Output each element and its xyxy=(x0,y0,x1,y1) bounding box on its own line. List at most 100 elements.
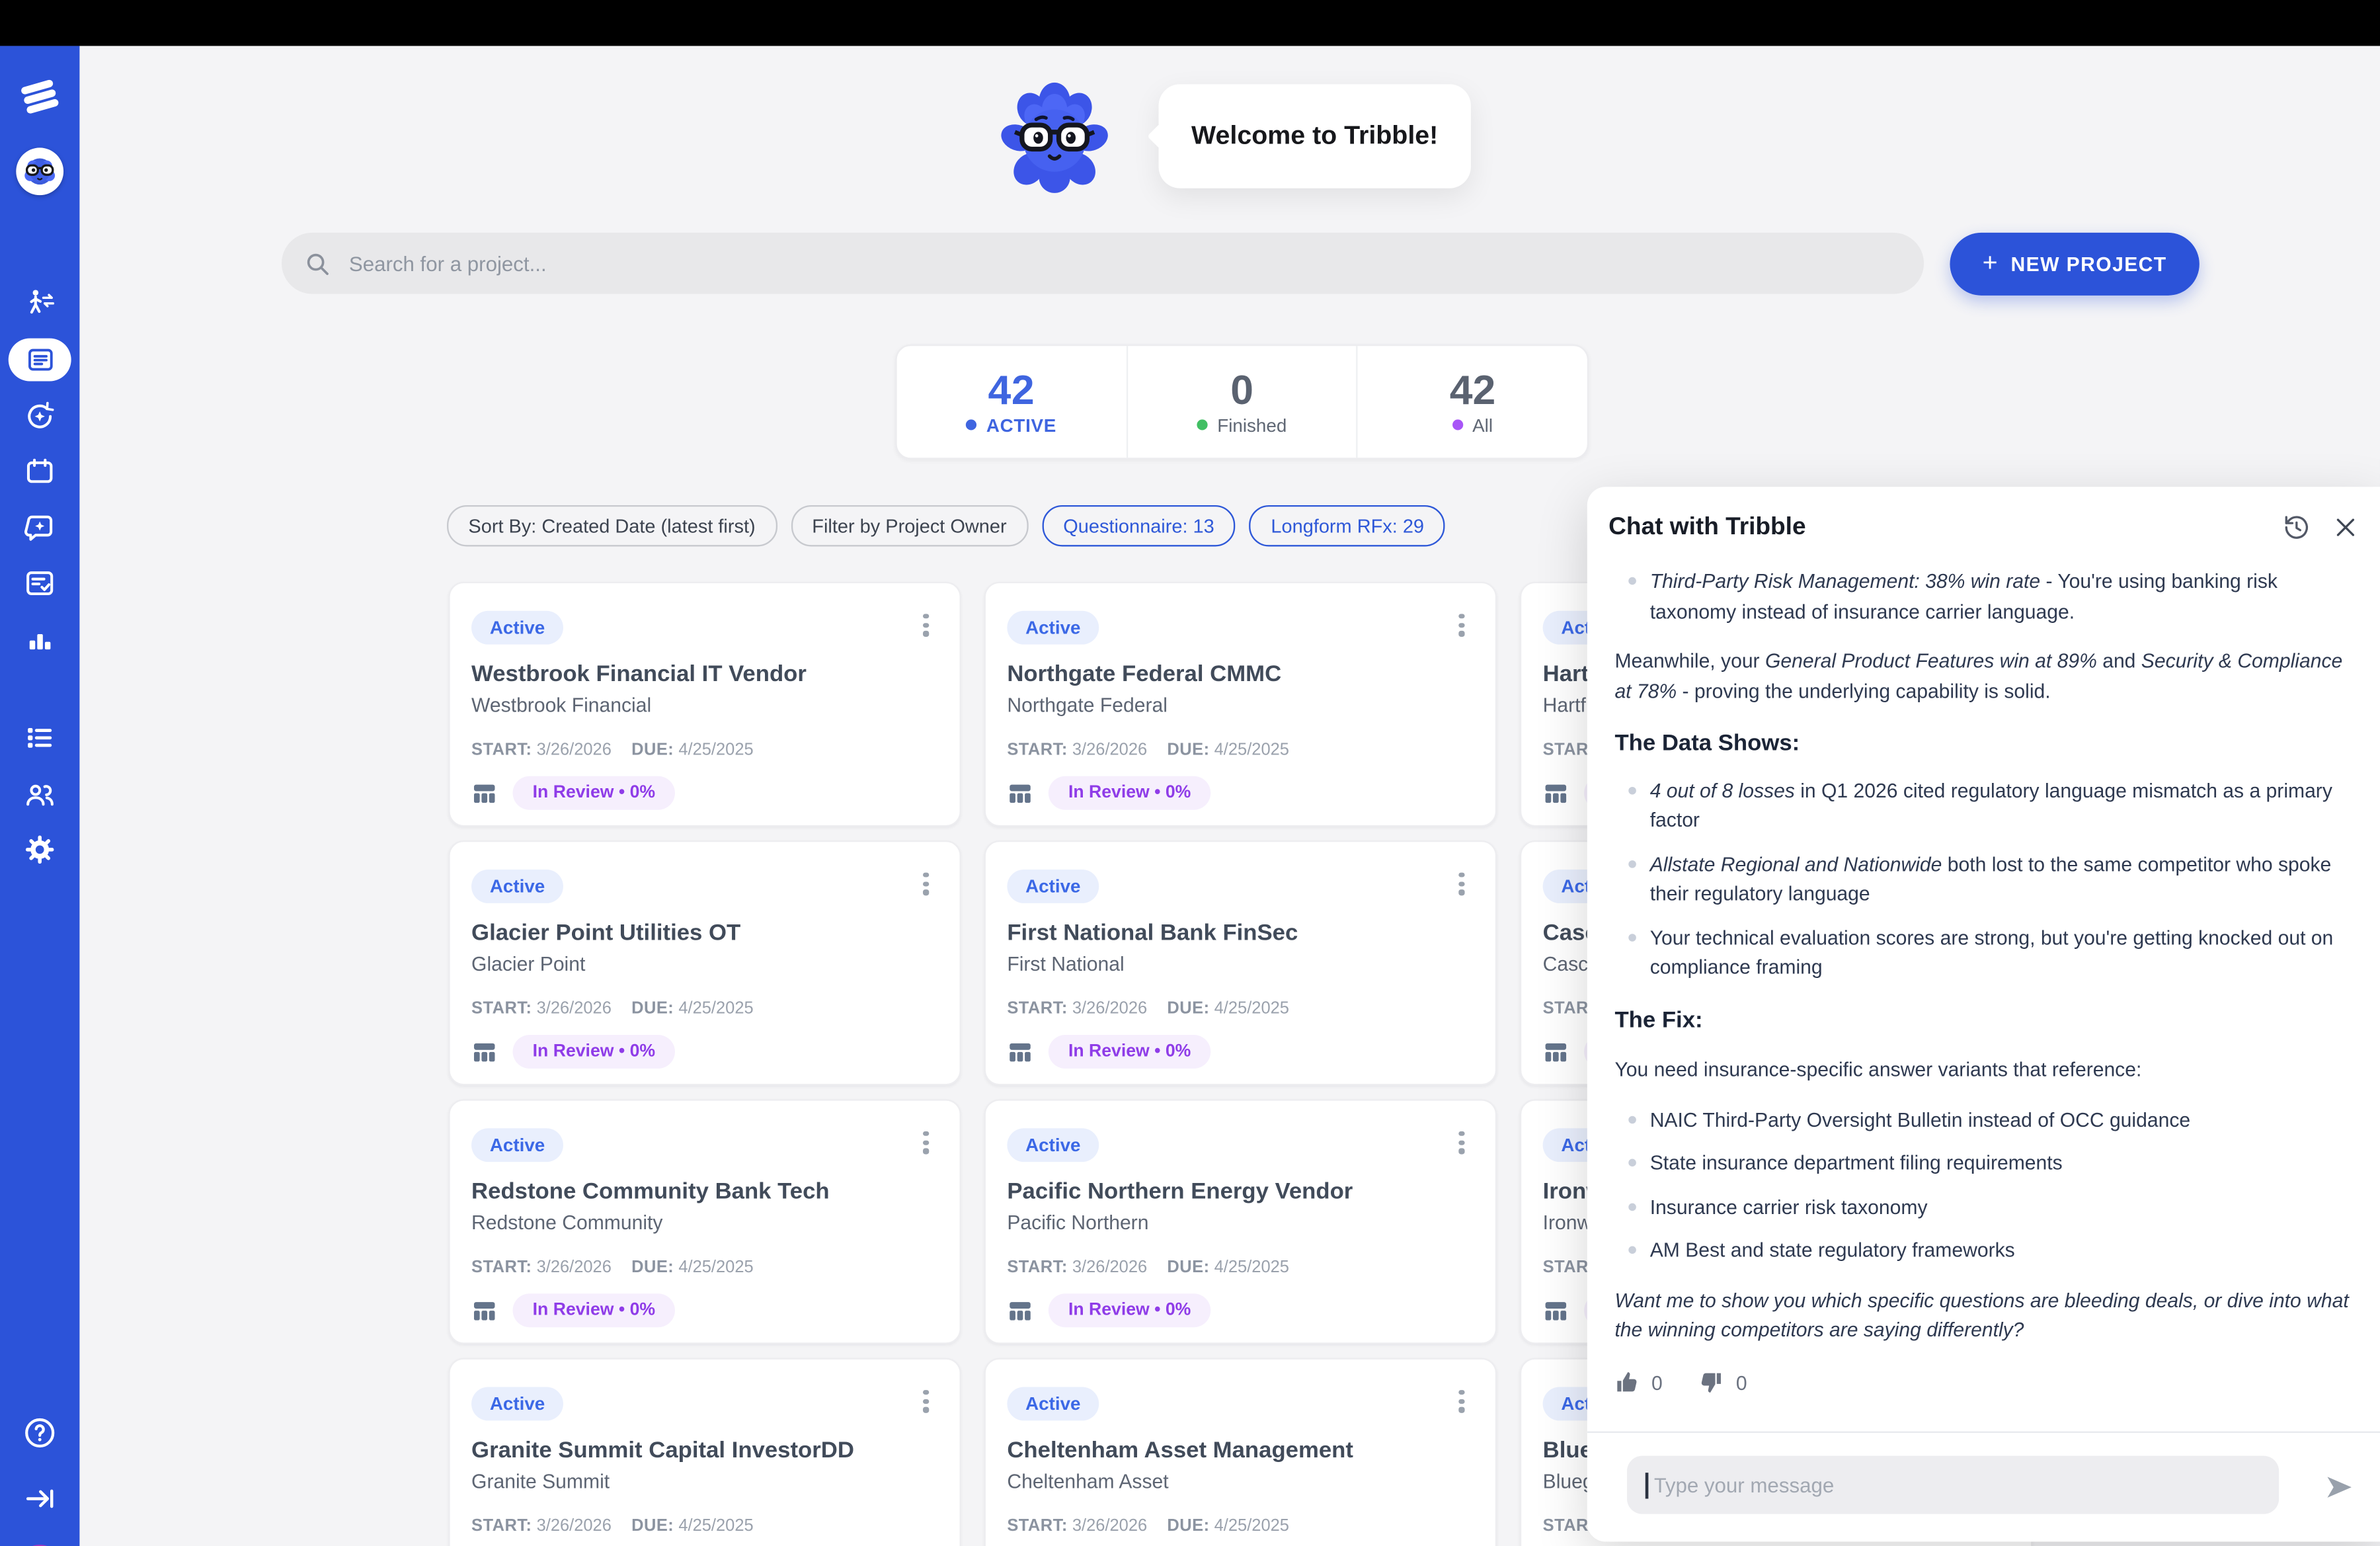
review-progress-badge: In Review • 0% xyxy=(513,1035,676,1069)
team-people-icon[interactable] xyxy=(23,778,57,811)
chat-text: AM Best and state regulatory frameworks xyxy=(1650,1239,2015,1262)
project-dates: START: 3/26/2026 DUE: 4/25/2025 xyxy=(1007,741,1474,760)
start-value: 3/26/2026 xyxy=(1072,1258,1147,1277)
card-menu-button[interactable] xyxy=(914,1128,938,1159)
welcome-bubble: Welcome to Tribble! xyxy=(1159,84,1471,188)
table-icon xyxy=(471,1039,497,1065)
chat-text: Allstate Regional and Nationwide xyxy=(1650,852,1942,875)
sort-by-chip[interactable]: Sort By: Created Date (latest first) xyxy=(447,505,777,547)
assistant-avatar[interactable] xyxy=(16,147,63,195)
logout-icon[interactable] xyxy=(23,1482,57,1516)
chat-bullet: Your technical evaluation scores are str… xyxy=(1614,922,2349,982)
card-menu-button[interactable] xyxy=(914,611,938,641)
screen: TK xyxy=(0,0,2380,1546)
help-icon[interactable] xyxy=(22,1415,58,1450)
project-title: Pacific Northern Energy Vendor xyxy=(1007,1179,1474,1205)
stat-finished-label: Finished xyxy=(1217,414,1287,435)
project-card[interactable]: Active Pacific Northern Energy Vendor Pa… xyxy=(984,1099,1497,1344)
project-card[interactable]: Active Westbrook Financial IT Vendor Wes… xyxy=(448,582,961,827)
project-card[interactable]: Active Cheltenham Asset Management Chelt… xyxy=(984,1358,1497,1546)
bullet-dot xyxy=(1628,1116,1636,1123)
queue-list-icon[interactable] xyxy=(23,721,57,754)
project-card[interactable]: Active Redstone Community Bank Tech Reds… xyxy=(448,1099,961,1344)
start-label: START: xyxy=(471,741,532,760)
project-org: Northgate Federal xyxy=(1007,694,1474,717)
active-dot xyxy=(967,419,977,430)
candidates-icon[interactable] xyxy=(23,286,57,320)
status-badge: Active xyxy=(471,611,563,645)
due-label: DUE: xyxy=(1167,1517,1209,1535)
chat-close-icon[interactable] xyxy=(2332,514,2358,540)
table-icon xyxy=(1543,780,1569,806)
forms-checklist-icon[interactable] xyxy=(23,567,57,600)
due-label: DUE: xyxy=(1167,1000,1209,1018)
project-org: Pacific Northern xyxy=(1007,1211,1474,1234)
project-card[interactable]: Active Northgate Federal CMMC Northgate … xyxy=(984,582,1497,827)
plus-icon: + xyxy=(1983,248,1999,278)
start-label: START: xyxy=(1007,1000,1067,1018)
filter-owner-chip[interactable]: Filter by Project Owner xyxy=(791,505,1028,547)
search-input[interactable] xyxy=(346,251,1902,276)
project-stats-card: 42 ACTIVE 0 Finished 42 All xyxy=(895,345,1589,460)
questionnaire-chip[interactable]: Questionnaire: 13 xyxy=(1042,505,1236,547)
bullet-dot xyxy=(1628,933,1636,941)
card-menu-button[interactable] xyxy=(1449,870,1474,900)
table-icon xyxy=(471,1297,497,1323)
chat-panel: Chat with Tribble Third-Party Risk Manag… xyxy=(1587,487,2380,1541)
thumbs-up-icon[interactable] xyxy=(1614,1371,1639,1395)
chat-history-icon[interactable] xyxy=(2282,513,2311,542)
new-project-button[interactable]: + NEW PROJECT xyxy=(1950,233,2199,296)
due-value: 4/25/2025 xyxy=(678,1517,753,1535)
text-cursor xyxy=(1646,1472,1647,1498)
card-menu-button[interactable] xyxy=(1449,1128,1474,1159)
start-value: 3/26/2026 xyxy=(1072,741,1147,760)
send-icon[interactable] xyxy=(2323,1471,2356,1504)
sidebar-item-projects-active[interactable] xyxy=(9,339,71,382)
stat-all-label: All xyxy=(1472,414,1493,435)
bullet-dot xyxy=(1628,786,1636,794)
tribble-logo-icon[interactable] xyxy=(19,76,61,118)
bullet-dot xyxy=(1628,577,1636,585)
project-dates: START: 3/26/2026 DUE: 4/25/2025 xyxy=(1007,1000,1474,1018)
thumbs-down-icon[interactable] xyxy=(1699,1371,1724,1395)
chat-input-box[interactable] xyxy=(1627,1456,2279,1514)
card-menu-button[interactable] xyxy=(914,1387,938,1417)
chat-feedback: 00 xyxy=(1614,1368,2349,1398)
card-menu-button[interactable] xyxy=(914,870,938,900)
project-title: Glacier Point Utilities OT xyxy=(471,920,938,946)
chat-bullet: NAIC Third-Party Oversight Bulletin inst… xyxy=(1614,1104,2349,1134)
sort-by-label: Sort By: Created Date (latest first) xyxy=(468,515,755,536)
card-menu-button[interactable] xyxy=(1449,1387,1474,1417)
due-value: 4/25/2025 xyxy=(678,741,753,760)
welcome-text: Welcome to Tribble! xyxy=(1191,121,1438,151)
project-card[interactable]: Active First National Bank FinSec First … xyxy=(984,840,1497,1085)
due-label: DUE: xyxy=(631,741,674,760)
stat-active-label: ACTIVE xyxy=(986,414,1056,435)
status-badge: Active xyxy=(471,1387,563,1420)
chat-paragraph: Want me to show you which specific quest… xyxy=(1614,1285,2349,1345)
due-label: DUE: xyxy=(1167,741,1209,760)
stat-all[interactable]: 42 All xyxy=(1357,346,1587,458)
filter-chips: Sort By: Created Date (latest first) Fil… xyxy=(447,505,1445,547)
settings-gear-icon[interactable] xyxy=(23,833,57,866)
project-card[interactable]: Active Granite Summit Capital InvestorDD… xyxy=(448,1358,961,1546)
longform-chip[interactable]: Longform RFx: 29 xyxy=(1250,505,1445,547)
card-menu-button[interactable] xyxy=(1449,611,1474,641)
sync-sparkle-icon[interactable] xyxy=(23,399,57,433)
start-value: 3/26/2026 xyxy=(1072,1000,1147,1018)
due-value: 4/25/2025 xyxy=(1214,1258,1289,1277)
analytics-bars-icon[interactable] xyxy=(24,625,55,655)
longform-label: Longform RFx: 29 xyxy=(1271,515,1424,536)
project-card[interactable]: Active Glacier Point Utilities OT Glacie… xyxy=(448,840,961,1085)
stat-finished[interactable]: 0 Finished xyxy=(1126,346,1357,458)
chat-message-input[interactable] xyxy=(1651,1472,2261,1498)
calendar-icon[interactable] xyxy=(24,456,56,488)
project-search[interactable] xyxy=(282,233,1924,294)
start-value: 3/26/2026 xyxy=(537,1517,612,1535)
finished-dot xyxy=(1197,419,1208,430)
stat-active[interactable]: 42 ACTIVE xyxy=(897,346,1127,458)
assistant-chat-icon[interactable] xyxy=(23,511,57,545)
project-dates: START: 3/26/2026 DUE: 4/25/2025 xyxy=(471,1000,938,1018)
due-value: 4/25/2025 xyxy=(678,1258,753,1277)
filter-owner-label: Filter by Project Owner xyxy=(812,515,1006,536)
